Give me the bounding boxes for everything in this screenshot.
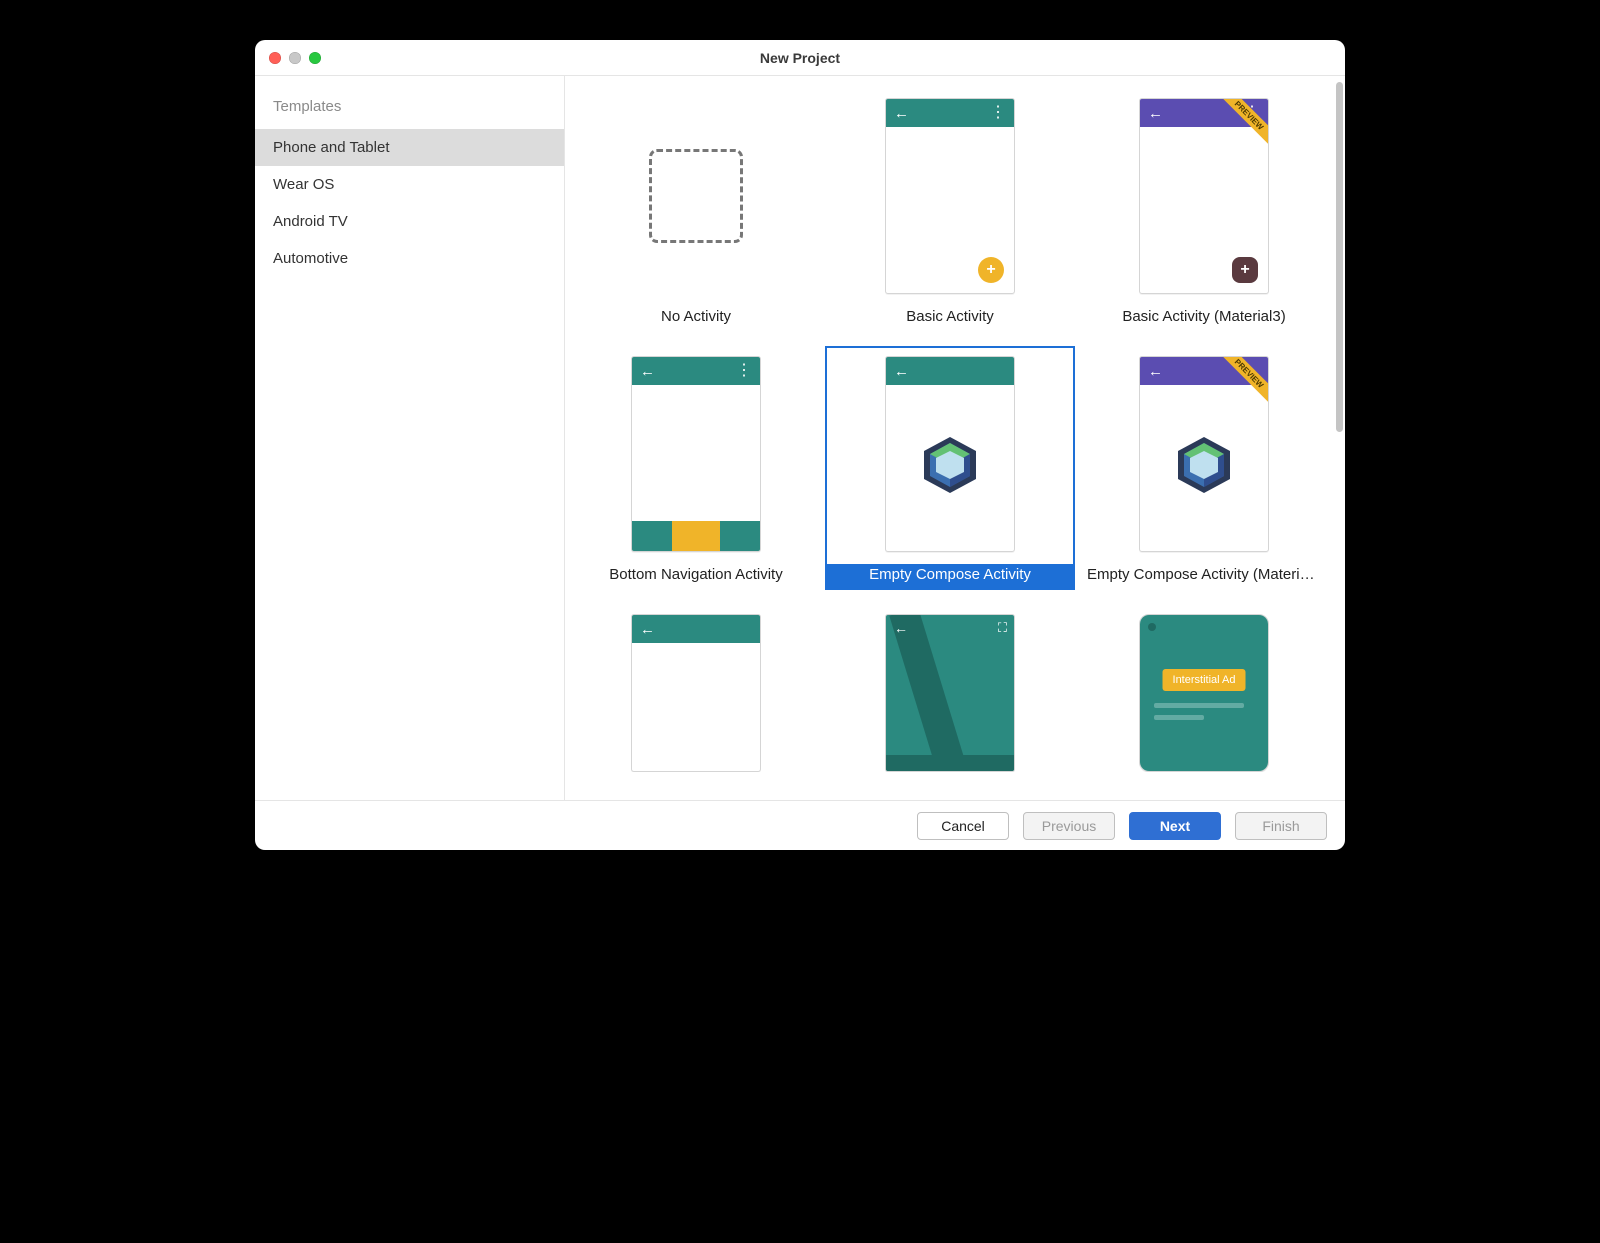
template-row3-c[interactable]: Interstitial Ad bbox=[1079, 604, 1329, 774]
fullscreen-topbar-icon: ⛶ bbox=[886, 615, 1014, 641]
template-label: No Activity bbox=[573, 306, 819, 330]
template-basic-activity[interactable]: Basic Activity bbox=[825, 88, 1075, 332]
cancel-button[interactable]: Cancel bbox=[917, 812, 1009, 840]
template-no-activity[interactable]: No Activity bbox=[571, 88, 821, 332]
bottom-nav-icon bbox=[632, 521, 760, 551]
window-body: Templates Phone and Tablet Wear OS Andro… bbox=[255, 76, 1345, 800]
compose-logo-icon bbox=[924, 437, 976, 493]
overflow-menu-icon bbox=[736, 363, 752, 379]
fab-add-icon bbox=[978, 257, 1004, 283]
titlebar: New Project bbox=[255, 40, 1345, 76]
next-button[interactable]: Next bbox=[1129, 812, 1221, 840]
ad-line-icon bbox=[1154, 715, 1204, 720]
thumb-row3-c: Interstitial Ad bbox=[1139, 614, 1269, 772]
thumb-empty-compose bbox=[885, 356, 1015, 552]
sidebar-item-android-tv[interactable]: Android TV bbox=[255, 203, 564, 240]
templates-sidebar: Templates Phone and Tablet Wear OS Andro… bbox=[255, 76, 565, 800]
overflow-menu-icon bbox=[990, 105, 1006, 121]
ad-line-icon bbox=[1154, 703, 1244, 708]
template-empty-compose-activity-m3[interactable]: PREVIEW Empty Compose Activity (Material… bbox=[1079, 346, 1329, 590]
template-grid: No Activity Basic Activity bbox=[585, 88, 1315, 774]
template-basic-activity-m3[interactable]: PREVIEW Basic Activity (Material3) bbox=[1079, 88, 1329, 332]
previous-button: Previous bbox=[1023, 812, 1115, 840]
appbar-icon bbox=[886, 99, 1014, 127]
sidebar-item-label: Wear OS bbox=[273, 176, 334, 193]
appbar-icon bbox=[632, 357, 760, 385]
dashed-box-icon bbox=[649, 149, 743, 243]
sidebar-item-automotive[interactable]: Automotive bbox=[255, 240, 564, 277]
template-gallery: No Activity Basic Activity bbox=[565, 76, 1345, 800]
template-bottom-nav-activity[interactable]: Bottom Navigation Activity bbox=[571, 346, 821, 590]
thumb-no-activity bbox=[631, 98, 761, 294]
thumb-row3-a bbox=[631, 614, 761, 772]
back-arrow-icon bbox=[894, 106, 909, 121]
back-arrow-icon bbox=[894, 620, 908, 636]
expand-icon: ⛶ bbox=[998, 620, 1006, 636]
back-arrow-icon bbox=[1148, 106, 1163, 121]
thumb-basic-activity bbox=[885, 98, 1015, 294]
window-title: New Project bbox=[255, 50, 1345, 66]
template-row3-a[interactable] bbox=[571, 604, 821, 774]
fab-add-icon bbox=[1232, 257, 1258, 283]
appbar-icon bbox=[886, 357, 1014, 385]
back-arrow-icon bbox=[640, 364, 655, 379]
template-label: Empty Compose Activity (Material3) bbox=[1081, 564, 1327, 588]
new-project-window: New Project Templates Phone and Tablet W… bbox=[255, 40, 1345, 850]
appbar-icon bbox=[632, 615, 760, 643]
compose-logo-icon bbox=[1178, 437, 1230, 493]
sidebar-item-phone-and-tablet[interactable]: Phone and Tablet bbox=[255, 129, 564, 166]
interstitial-ad-badge: Interstitial Ad bbox=[1163, 669, 1246, 691]
back-arrow-icon bbox=[1148, 364, 1163, 379]
thumb-bottom-nav bbox=[631, 356, 761, 552]
thumb-row3-b: ⛶ bbox=[885, 614, 1015, 772]
sidebar-item-label: Phone and Tablet bbox=[273, 139, 390, 156]
template-label: Empty Compose Activity bbox=[827, 564, 1073, 588]
wizard-footer: Cancel Previous Next Finish bbox=[255, 800, 1345, 850]
ad-bg-icon bbox=[1140, 615, 1268, 771]
sidebar-item-label: Android TV bbox=[273, 213, 348, 230]
template-scroll: No Activity Basic Activity bbox=[565, 76, 1335, 800]
sidebar-heading: Templates bbox=[255, 90, 564, 129]
template-label: Bottom Navigation Activity bbox=[573, 564, 819, 588]
thumb-empty-compose-m3: PREVIEW bbox=[1139, 356, 1269, 552]
template-label: Basic Activity bbox=[827, 306, 1073, 330]
sidebar-item-wear-os[interactable]: Wear OS bbox=[255, 166, 564, 203]
template-empty-compose-activity[interactable]: Empty Compose Activity bbox=[825, 346, 1075, 590]
vertical-scrollbar[interactable] bbox=[1336, 82, 1343, 432]
finish-button: Finish bbox=[1235, 812, 1327, 840]
thumb-basic-activity-m3: PREVIEW bbox=[1139, 98, 1269, 294]
back-arrow-icon bbox=[640, 622, 655, 637]
template-row3-b[interactable]: ⛶ bbox=[825, 604, 1075, 774]
back-arrow-icon bbox=[894, 364, 909, 379]
template-label: Basic Activity (Material3) bbox=[1081, 306, 1327, 330]
sidebar-item-label: Automotive bbox=[273, 250, 348, 267]
ad-dot-icon bbox=[1148, 623, 1156, 631]
